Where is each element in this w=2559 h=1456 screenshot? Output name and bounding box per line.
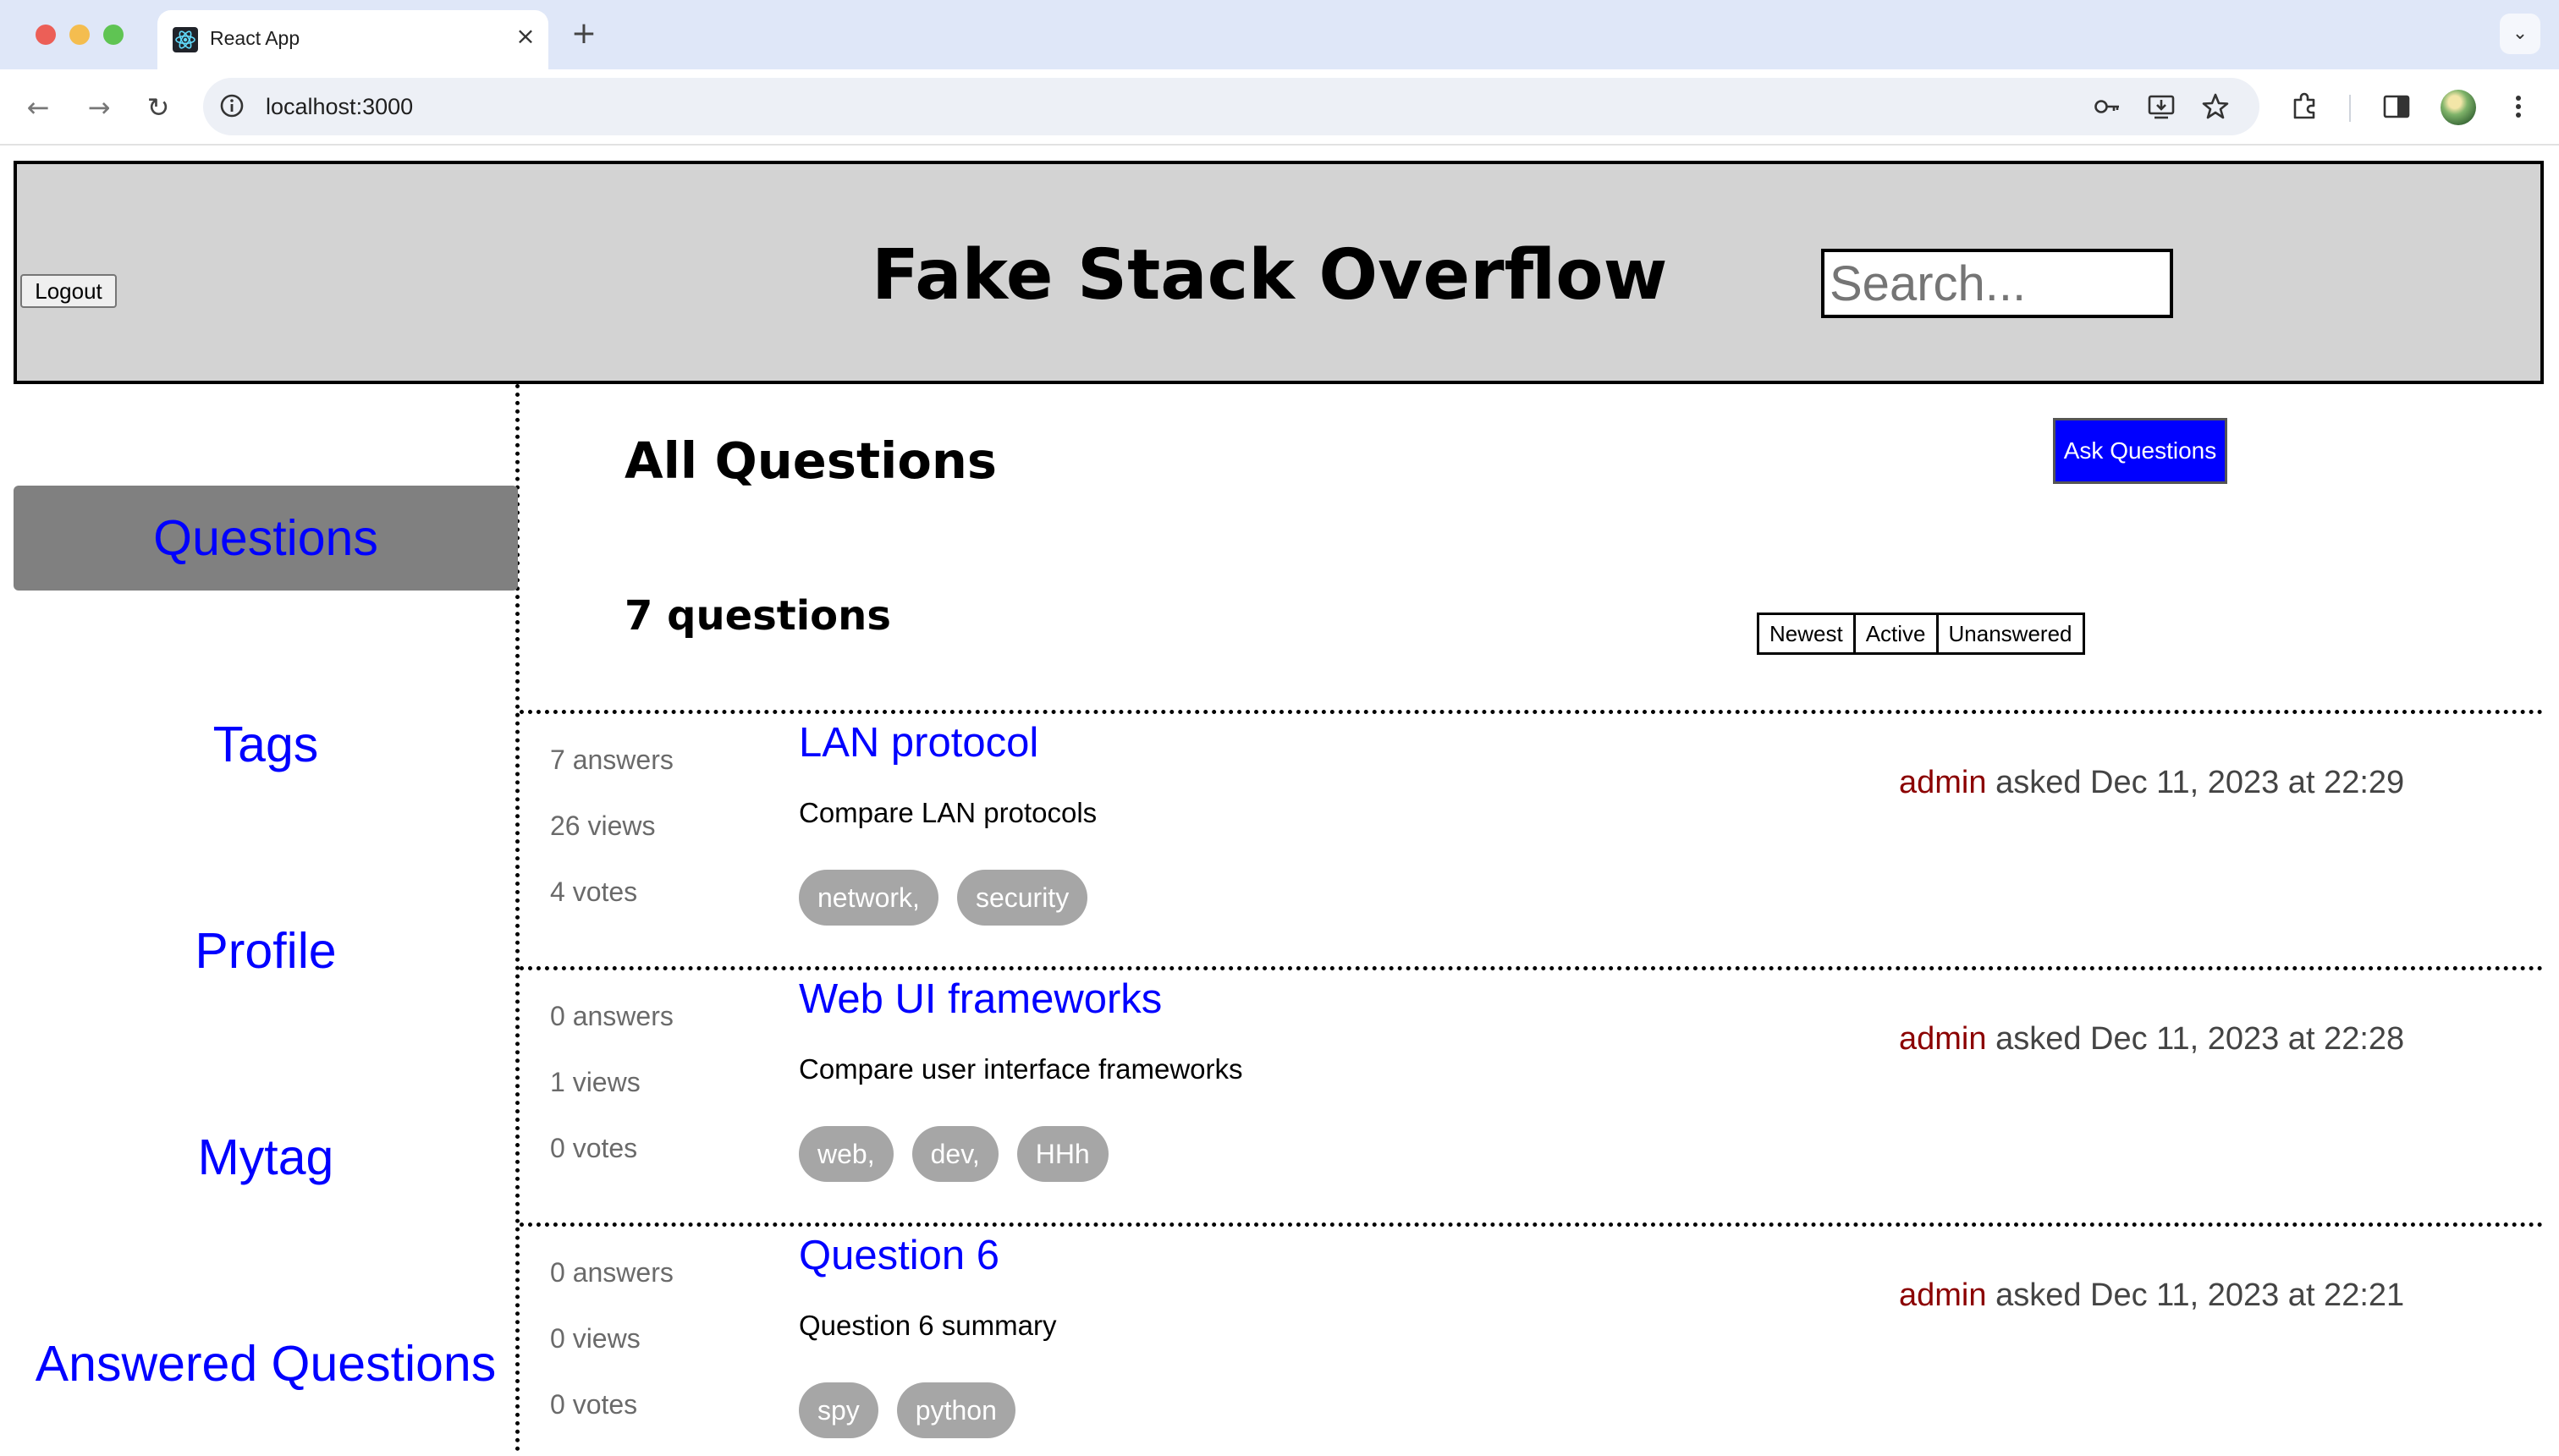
answer-count: 7 answers [550,744,674,775]
extensions-puzzle-icon[interactable] [2288,90,2322,124]
browser-toolbar: ← → ↻ localhost:3000 [0,69,2559,146]
tab-title: React App [210,27,300,49]
author-name: admin [1899,765,1987,800]
sort-newest-button[interactable]: Newest [1757,613,1856,655]
question-count: 7 questions [625,592,891,640]
sidebar-item-tags[interactable]: Tags [14,692,518,797]
window-minimize-dot[interactable] [69,25,90,45]
question-row: 0 answers 0 views 0 votes Question 6 Que… [520,1222,2544,1456]
main-content: All Questions Ask Questions 7 questions … [520,384,2559,1452]
window-close-dot[interactable] [36,25,56,45]
bookmark-star-icon[interactable] [2200,91,2231,122]
answer-count: 0 answers [550,1001,674,1031]
question-tags: spy python [799,1382,1015,1438]
sidebar-item-profile[interactable]: Profile [14,898,518,1003]
browser-menu-icon[interactable] [2501,90,2535,124]
question-summary: Compare LAN protocols [799,797,1098,828]
tag-pill[interactable]: dev, [911,1126,999,1182]
author-name: admin [1899,1277,1987,1313]
profile-avatar[interactable] [2441,90,2476,125]
site-title: Fake Stack Overflow [872,235,1668,316]
asked-date: asked Dec 11, 2023 at 22:28 [1995,1021,2405,1057]
sidebar: Questions Tags Profile Mytag Answered Qu… [0,384,520,1452]
tag-pill[interactable]: security [956,870,1088,926]
sidebar-item-answered-questions[interactable]: Answered Questions [14,1311,518,1416]
forward-arrow-icon[interactable]: → [80,88,118,127]
author-name: admin [1899,1021,1987,1057]
browser-tab[interactable]: React App × [157,10,548,69]
vote-count: 0 votes [550,1133,638,1163]
vote-count: 0 votes [550,1389,638,1420]
sidebar-item-mytag[interactable]: Mytag [14,1105,518,1210]
question-meta: admin asked Dec 11, 2023 at 22:21 [1899,1277,2404,1314]
question-title-link[interactable]: LAN protocol [799,719,1038,766]
toolbar-divider [2349,95,2351,122]
view-count: 1 views [550,1067,641,1097]
vote-count: 4 votes [550,876,638,907]
ask-question-button[interactable]: Ask Questions [2053,418,2227,484]
site-info-icon[interactable] [218,92,245,119]
side-panel-icon[interactable] [2380,90,2413,124]
tag-pill[interactable]: spy [799,1382,878,1438]
install-app-icon[interactable] [2146,91,2177,122]
question-row: 7 answers 26 views 4 votes LAN protocol … [520,710,2544,971]
page-title: All Questions [625,431,998,490]
sort-unanswered-button[interactable]: Unanswered [1935,613,2085,655]
browser-tab-bar: React App × + ⌄ [0,0,2559,69]
tag-pill[interactable]: python [896,1382,1015,1438]
back-arrow-icon[interactable]: ← [19,88,58,127]
asked-date: asked Dec 11, 2023 at 22:29 [1995,765,2405,800]
question-row: 0 answers 1 views 0 votes Web UI framewo… [520,966,2544,1228]
question-summary: Compare user interface frameworks [799,1053,1243,1085]
window-maximize-dot[interactable] [103,25,124,45]
question-meta: admin asked Dec 11, 2023 at 22:29 [1899,765,2404,801]
tag-pill[interactable]: network, [799,870,938,926]
search-input[interactable] [1821,249,2173,318]
sidebar-item-questions[interactable]: Questions [14,486,518,591]
question-tags: network, security [799,870,1088,926]
asked-date: asked Dec 11, 2023 at 22:21 [1995,1277,2405,1313]
address-bar[interactable]: localhost:3000 [203,78,2259,135]
answer-count: 0 answers [550,1257,674,1288]
question-title-link[interactable]: Web UI frameworks [799,975,1162,1023]
question-meta: admin asked Dec 11, 2023 at 22:28 [1899,1021,2404,1058]
new-tab-icon[interactable]: + [567,17,601,51]
view-count: 26 views [550,810,656,841]
sort-active-button[interactable]: Active [1852,613,1939,655]
question-title-link[interactable]: Question 6 [799,1232,999,1279]
tab-search-chevron-icon[interactable]: ⌄ [2500,14,2540,54]
react-favicon-icon [173,27,198,52]
tag-pill[interactable]: HHh [1016,1126,1109,1182]
logout-button[interactable]: Logout [20,274,117,308]
site-header: Logout Fake Stack Overflow [14,161,2544,384]
tag-pill[interactable]: web, [799,1126,894,1182]
question-summary: Question 6 summary [799,1310,1057,1341]
question-tags: web, dev, HHh [799,1126,1109,1182]
sort-button-group: Newest Active Unanswered [1757,613,2085,655]
password-key-icon[interactable] [2092,91,2122,122]
view-count: 0 views [550,1323,641,1354]
url-text[interactable]: localhost:3000 [266,94,413,120]
tab-close-icon[interactable]: × [511,22,540,51]
reload-icon[interactable]: ↻ [139,88,178,127]
